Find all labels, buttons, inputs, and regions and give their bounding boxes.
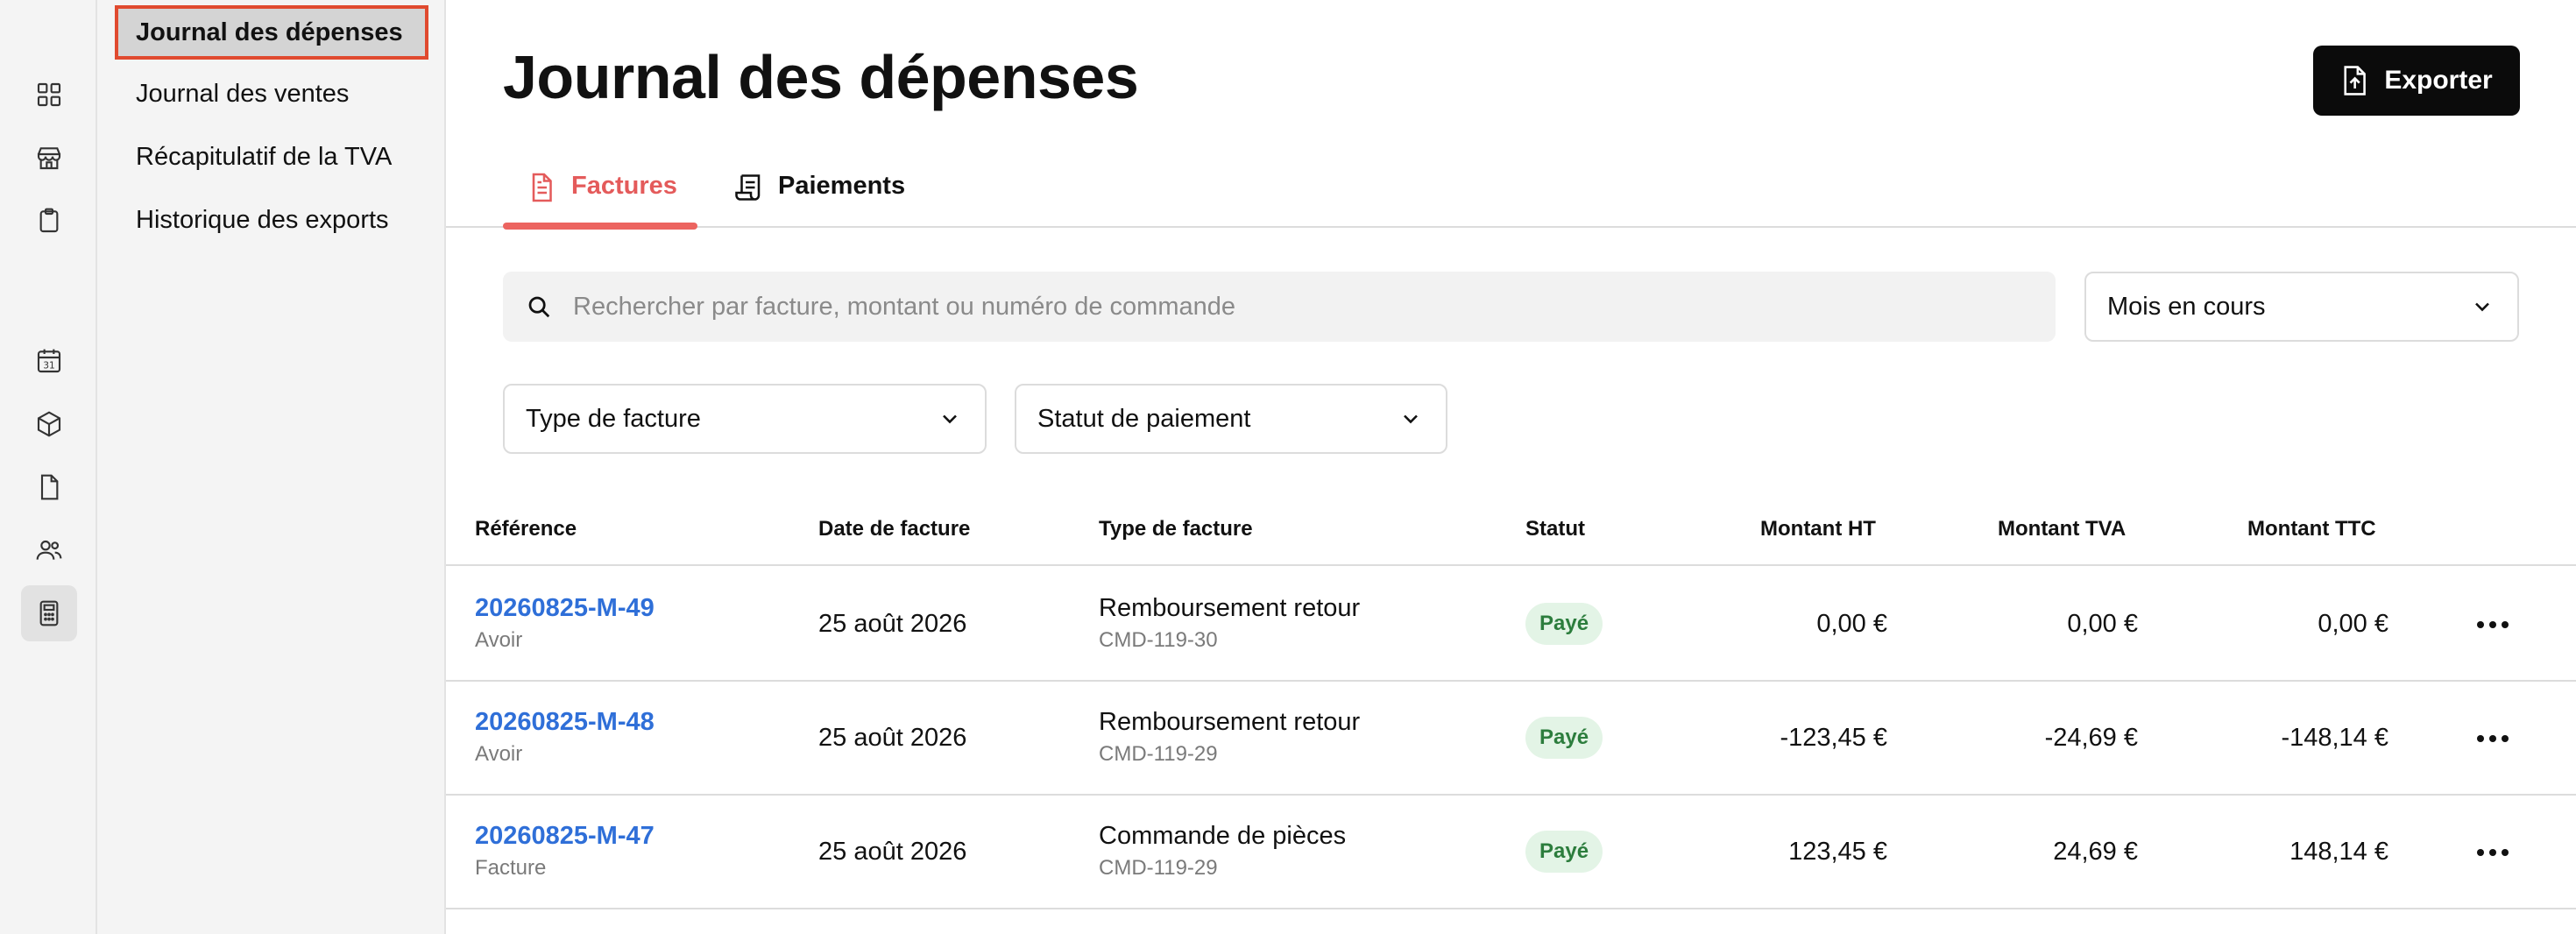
main-content: Journal des dépenses Exporter Factures P… — [446, 0, 2576, 934]
order-number: CMD-119-29 — [1099, 856, 1218, 880]
table-row[interactable]: 20260825-M-47 Facture 25 août 2026 Comma… — [446, 796, 2576, 909]
column-header-reference[interactable]: Référence — [475, 517, 577, 541]
invoice-date: 25 août 2026 — [818, 610, 967, 638]
period-select[interactable]: Mois en cours — [2084, 272, 2519, 342]
invoice-icon — [532, 173, 552, 202]
amount-ttc: 0,00 € — [2318, 610, 2388, 638]
search-input[interactable] — [573, 292, 1975, 322]
column-header-montant-ht[interactable]: Montant HT — [1760, 517, 1876, 541]
icon-rail: 31 — [0, 0, 97, 934]
invoice-type-select-value: Type de facture — [526, 404, 701, 433]
search-icon — [528, 296, 550, 318]
more-actions-icon[interactable] — [2471, 839, 2515, 866]
invoice-type: Commande de pièces — [1099, 822, 1347, 850]
column-header-type[interactable]: Type de facture — [1099, 517, 1253, 541]
calculator-icon[interactable] — [21, 585, 77, 641]
column-header-montant-tva[interactable]: Montant TVA — [1998, 517, 2126, 541]
subnav-item-journal-ventes[interactable]: Journal des ventes — [115, 67, 428, 121]
amount-tva: 24,69 € — [2053, 838, 2138, 866]
amount-ttc: 148,14 € — [2289, 838, 2388, 866]
tab-label: Paiements — [778, 172, 906, 200]
tab-bar: Factures Paiements — [446, 140, 2576, 230]
export-button[interactable]: Exporter — [2313, 46, 2520, 116]
more-actions-icon[interactable] — [2471, 725, 2515, 752]
invoice-date: 25 août 2026 — [818, 838, 967, 866]
package-box-icon[interactable] — [21, 396, 77, 452]
order-number: CMD-119-30 — [1099, 628, 1218, 652]
status-badge: Payé — [1525, 831, 1603, 873]
table-row[interactable]: 20260825-M-49 Avoir 25 août 2026 Rembour… — [446, 568, 2576, 682]
chevron-down-icon — [1404, 414, 1418, 424]
amount-tva: 0,00 € — [2067, 610, 2138, 638]
status-badge: Payé — [1525, 603, 1603, 645]
invoice-type-select[interactable]: Type de facture — [503, 384, 987, 454]
subnav-item-label: Récapitulatif de la TVA — [136, 142, 393, 171]
invoice-reference-link[interactable]: 20260825-M-48 — [475, 708, 655, 737]
invoice-kind: Avoir — [475, 742, 523, 766]
amount-ttc: -148,14 € — [2281, 724, 2388, 752]
receipt-scroll-icon — [735, 174, 761, 201]
invoice-kind: Avoir — [475, 628, 523, 652]
store-icon[interactable] — [21, 130, 77, 186]
table-row[interactable]: 20260825-M-48 Avoir 25 août 2026 Rembour… — [446, 682, 2576, 796]
invoice-date: 25 août 2026 — [818, 724, 967, 752]
subnav-item-label: Historique des exports — [136, 205, 389, 234]
calendar-icon[interactable]: 31 — [21, 333, 77, 389]
tab-paiements[interactable]: Paiements — [732, 156, 905, 228]
more-actions-icon[interactable] — [2471, 612, 2515, 638]
page-title: Journal des dépenses — [503, 43, 1139, 111]
subnav-item-journal-depenses[interactable]: Journal des dépenses — [115, 5, 428, 60]
invoice-kind: Facture — [475, 856, 547, 880]
amount-tva: -24,69 € — [2044, 724, 2138, 752]
subnav-item-historique-exports[interactable]: Historique des exports — [115, 193, 428, 247]
chevron-down-icon — [2475, 302, 2489, 312]
subnav-item-label: Journal des dépenses — [136, 18, 403, 46]
amount-ht: 123,45 € — [1788, 838, 1887, 866]
accounting-subnav: Journal des dépenses Journal des ventes … — [97, 0, 446, 934]
column-header-montant-ttc[interactable]: Montant TTC — [2247, 517, 2376, 541]
dashboard-grid-icon[interactable] — [21, 67, 77, 123]
subnav-item-recap-tva[interactable]: Récapitulatif de la TVA — [115, 130, 428, 184]
tab-factures[interactable]: Factures — [503, 156, 697, 230]
order-number: CMD-119-29 — [1099, 742, 1218, 766]
invoice-type: Remboursement retour — [1099, 594, 1361, 622]
period-select-value: Mois en cours — [2107, 292, 2266, 321]
clipboard-icon[interactable] — [21, 193, 77, 249]
amount-ht: -123,45 € — [1780, 724, 1887, 752]
amount-ht: 0,00 € — [1816, 610, 1887, 638]
column-header-status[interactable]: Statut — [1525, 517, 1585, 541]
search-bar — [503, 272, 2056, 342]
payment-status-select-value: Statut de paiement — [1037, 404, 1251, 433]
invoice-reference-link[interactable]: 20260825-M-47 — [475, 822, 655, 851]
svg-text:31: 31 — [43, 360, 55, 371]
invoice-reference-link[interactable]: 20260825-M-49 — [475, 594, 655, 623]
payment-status-select[interactable]: Statut de paiement — [1015, 384, 1447, 454]
document-icon[interactable] — [21, 459, 77, 515]
chevron-down-icon — [943, 414, 957, 424]
column-header-date[interactable]: Date de facture — [818, 517, 970, 541]
tab-label: Factures — [571, 172, 677, 200]
status-badge: Payé — [1525, 717, 1603, 759]
file-upload-icon — [2344, 66, 2367, 96]
users-icon[interactable] — [21, 522, 77, 578]
table-header: Référence Date de facture Type de factur… — [446, 508, 2576, 566]
subnav-item-label: Journal des ventes — [136, 79, 350, 108]
invoice-type: Remboursement retour — [1099, 708, 1361, 736]
export-button-label: Exporter — [2384, 66, 2493, 95]
